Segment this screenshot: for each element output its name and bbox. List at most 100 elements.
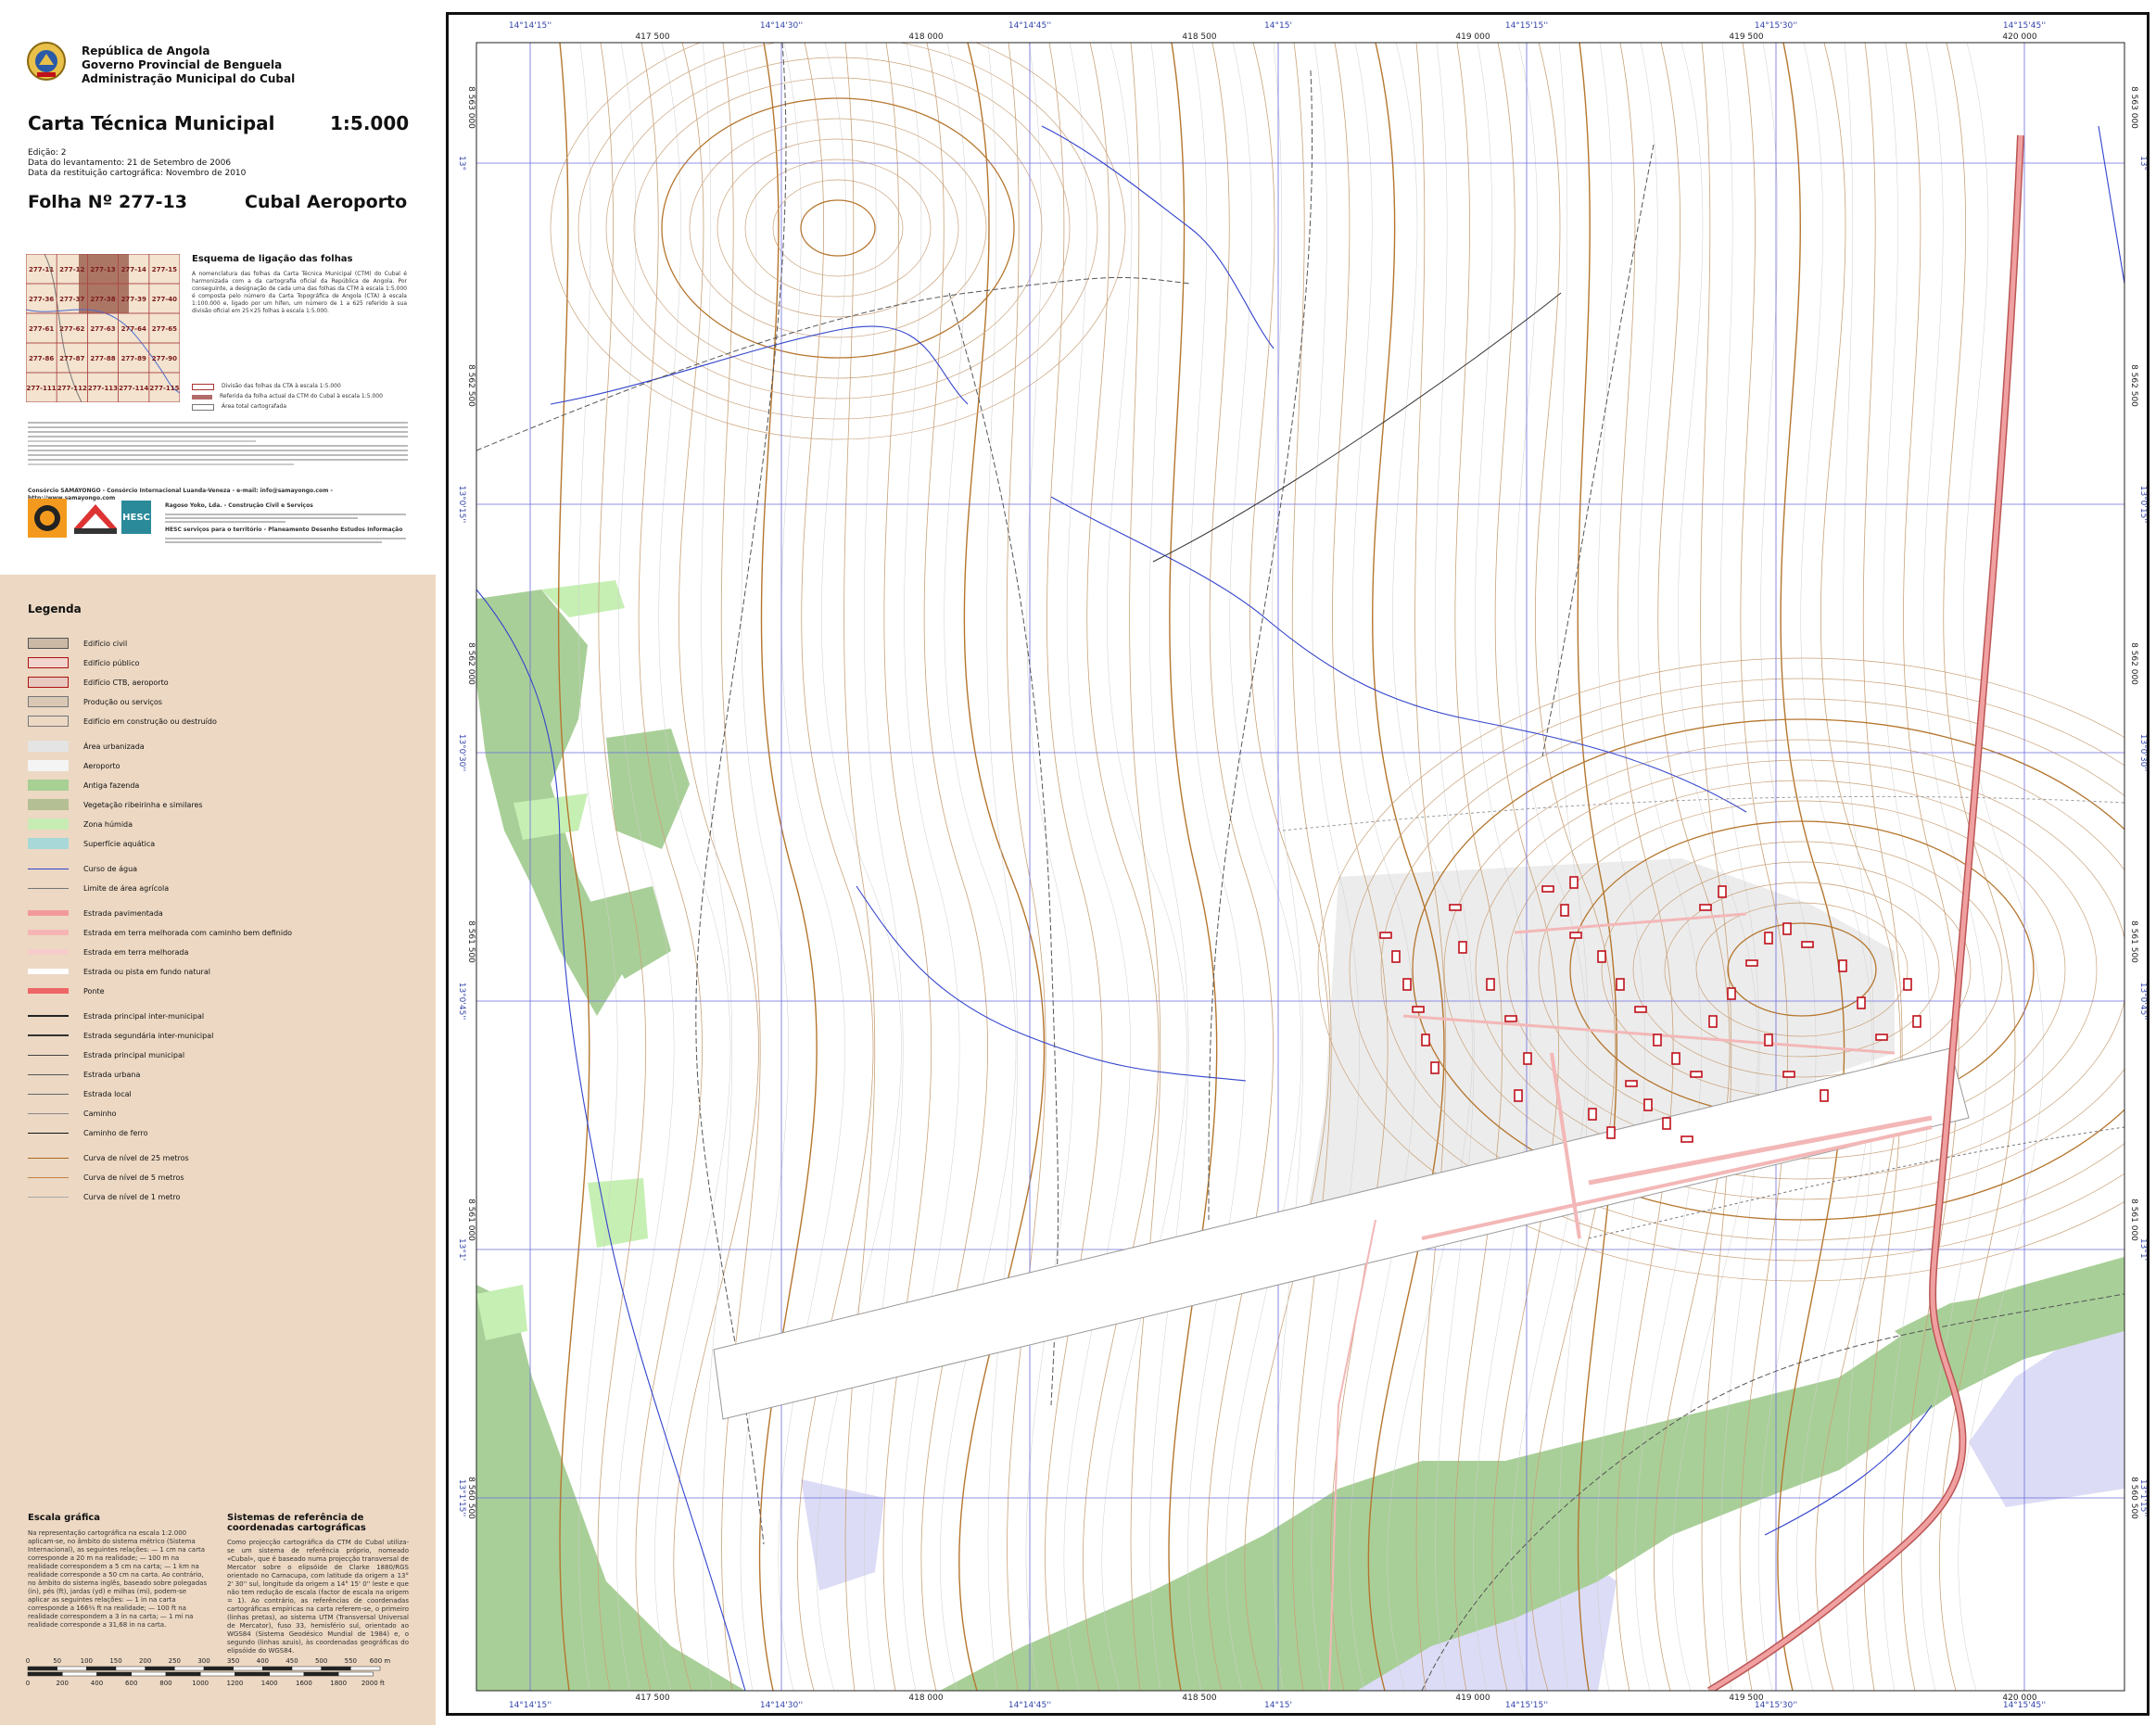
legend-item: Caminho <box>28 1106 117 1121</box>
scale-feet-segment <box>303 1671 339 1677</box>
company-2-details <box>165 536 406 545</box>
top-longitude-label: 14°15' <box>1264 21 1292 31</box>
legend-swatch <box>28 1196 69 1198</box>
scale-metre-label: 400 <box>257 1657 269 1665</box>
legend-swatch <box>28 887 69 889</box>
legend-item: Limite de área agrícola <box>28 881 169 895</box>
legend-label: Caminho de ferro <box>83 1128 148 1137</box>
building <box>1745 959 1758 967</box>
coat-of-arms-icon <box>27 42 66 81</box>
legend-label: Limite de área agrícola <box>83 883 170 893</box>
index-legend-row-1: Divisão das folhas da CTA à escala 1:5.0… <box>192 383 341 390</box>
legend-swatch <box>28 1132 69 1134</box>
legend-item: Curso de água <box>28 861 137 876</box>
building <box>1708 1015 1718 1028</box>
scale-feet-label: 1200 <box>227 1680 244 1687</box>
legend-label: Área urbanizada <box>83 742 145 751</box>
scale-metre-label: 100 <box>81 1657 93 1665</box>
scale-metre-segment <box>350 1666 381 1671</box>
building <box>1486 978 1495 991</box>
top-longitude-label: 14°14'45'' <box>1008 21 1051 31</box>
left-utm-label: 8 562 000 <box>466 642 476 685</box>
index-map-cell-label: 277-61 <box>29 325 54 333</box>
legal-notes <box>28 419 408 468</box>
legend-swatch <box>28 696 69 707</box>
building <box>1541 885 1554 893</box>
index-map-cell-label: 277-14 <box>121 266 146 273</box>
scale-feet-label: 600 <box>125 1680 137 1687</box>
legend-panel: Legenda Edifício civil Edifício público Ed… <box>0 575 436 1725</box>
index-map-cell-label: 277-63 <box>90 325 115 333</box>
building <box>1838 959 1847 972</box>
legend-label: Estrada segundária inter-municipal <box>83 1031 214 1040</box>
left-latitude-label: 13° <box>457 156 466 171</box>
building <box>1402 978 1412 991</box>
legend-item: Curva de nível de 25 metros <box>28 1150 189 1165</box>
topographic-map[interactable]: 14°14'15'' 14°14'30'' 14°14'45'' 14°15' 14°1… <box>449 15 2147 1713</box>
building <box>1588 1108 1597 1121</box>
legend-item: Estrada local <box>28 1086 132 1101</box>
legend-swatch <box>28 930 69 935</box>
legend-label: Ponte <box>83 986 105 996</box>
legend-item: Edifício em construção ou destruído <box>28 714 217 729</box>
legend-label: Estrada em terra melhorada com caminho b… <box>83 928 293 937</box>
scale-metre-label: 600 m <box>370 1657 391 1665</box>
map-frame[interactable]: 14°14'15'' 14°14'30'' 14°14'45'' 14°15' 14°1… <box>446 12 2150 1716</box>
legend-item: Edifício civil <box>28 636 127 651</box>
scale-feet-segment <box>96 1671 132 1677</box>
building <box>1912 1015 1921 1028</box>
legend-label: Vegetação ribeirinha e similares <box>83 800 203 809</box>
scale-metre-label: 350 <box>227 1657 239 1665</box>
legend-title: Legenda <box>28 602 82 615</box>
legend-label: Estrada urbana <box>83 1070 141 1079</box>
legend-swatch <box>28 741 69 752</box>
building <box>1690 1071 1703 1078</box>
building <box>1430 1061 1439 1074</box>
scale-metre-label: 250 <box>169 1657 181 1665</box>
building <box>1569 932 1582 939</box>
left-latitude-label: 13°0'15'' <box>457 486 466 524</box>
right-utm-label: 8 563 000 <box>2129 86 2138 129</box>
scale-metre-segment <box>145 1666 175 1671</box>
index-map-cell-label: 277-112 <box>57 385 87 392</box>
index-map-cell-label: 277-87 <box>59 355 84 362</box>
bottom-utm-label: 418 500 <box>1182 1693 1216 1703</box>
legend-label: Edifício CTB, aeroporto <box>83 678 169 687</box>
legend-item: Estrada principal inter-municipal <box>28 1008 204 1023</box>
legend-item: Zona húmida <box>28 817 133 831</box>
company-2-text: HESC serviços para o território - Planea… <box>165 526 403 533</box>
index-map-cell-label: 277-15 <box>152 266 177 273</box>
legend-swatch <box>28 910 69 916</box>
left-latitude-label: 13°0'30'' <box>457 734 466 772</box>
crs-description: Como projecção cartográfica da CTM do Cu… <box>227 1539 409 1655</box>
top-longitude-label: 14°15'30'' <box>1755 21 1797 31</box>
index-map-cell-label: 277-39 <box>121 296 146 303</box>
bottom-utm-label: 419 500 <box>1729 1693 1763 1703</box>
building <box>1820 1089 1829 1102</box>
legend-swatch <box>28 1073 69 1075</box>
bottom-utm-label: 420 000 <box>2002 1693 2036 1703</box>
legend-swatch <box>28 677 69 688</box>
building <box>1504 1015 1517 1022</box>
top-utm-label: 418 000 <box>908 32 943 42</box>
building <box>1662 1117 1671 1130</box>
right-utm-label: 8 561 000 <box>2129 1199 2138 1241</box>
scale-metre-segment <box>27 1666 57 1671</box>
edition-text: Edição: 2 <box>28 148 67 158</box>
scale-feet-label: 1000 <box>192 1680 209 1687</box>
building <box>1616 978 1625 991</box>
legend-swatch <box>28 716 69 727</box>
index-map-cell-label: 277-62 <box>59 325 84 333</box>
building <box>1680 1135 1693 1143</box>
building <box>1625 1080 1638 1087</box>
left-utm-label: 8 561 000 <box>466 1199 476 1241</box>
scale-metre-segment <box>115 1666 146 1671</box>
building <box>1643 1098 1653 1111</box>
index-legend-label-1: Divisão das folhas da CTA à escala 1:5.0… <box>222 383 341 389</box>
legend-label: Curso de água <box>83 864 138 873</box>
legend-label: Estrada principal municipal <box>83 1050 185 1059</box>
scale-description: Na representação cartográfica na escala … <box>28 1529 208 1629</box>
left-utm-label: 8 562 500 <box>466 364 476 407</box>
sheet-index-map: 277-11 277-12 277-13 277-14 277-15 277-36 277-… <box>26 254 180 402</box>
building <box>1857 996 1866 1009</box>
